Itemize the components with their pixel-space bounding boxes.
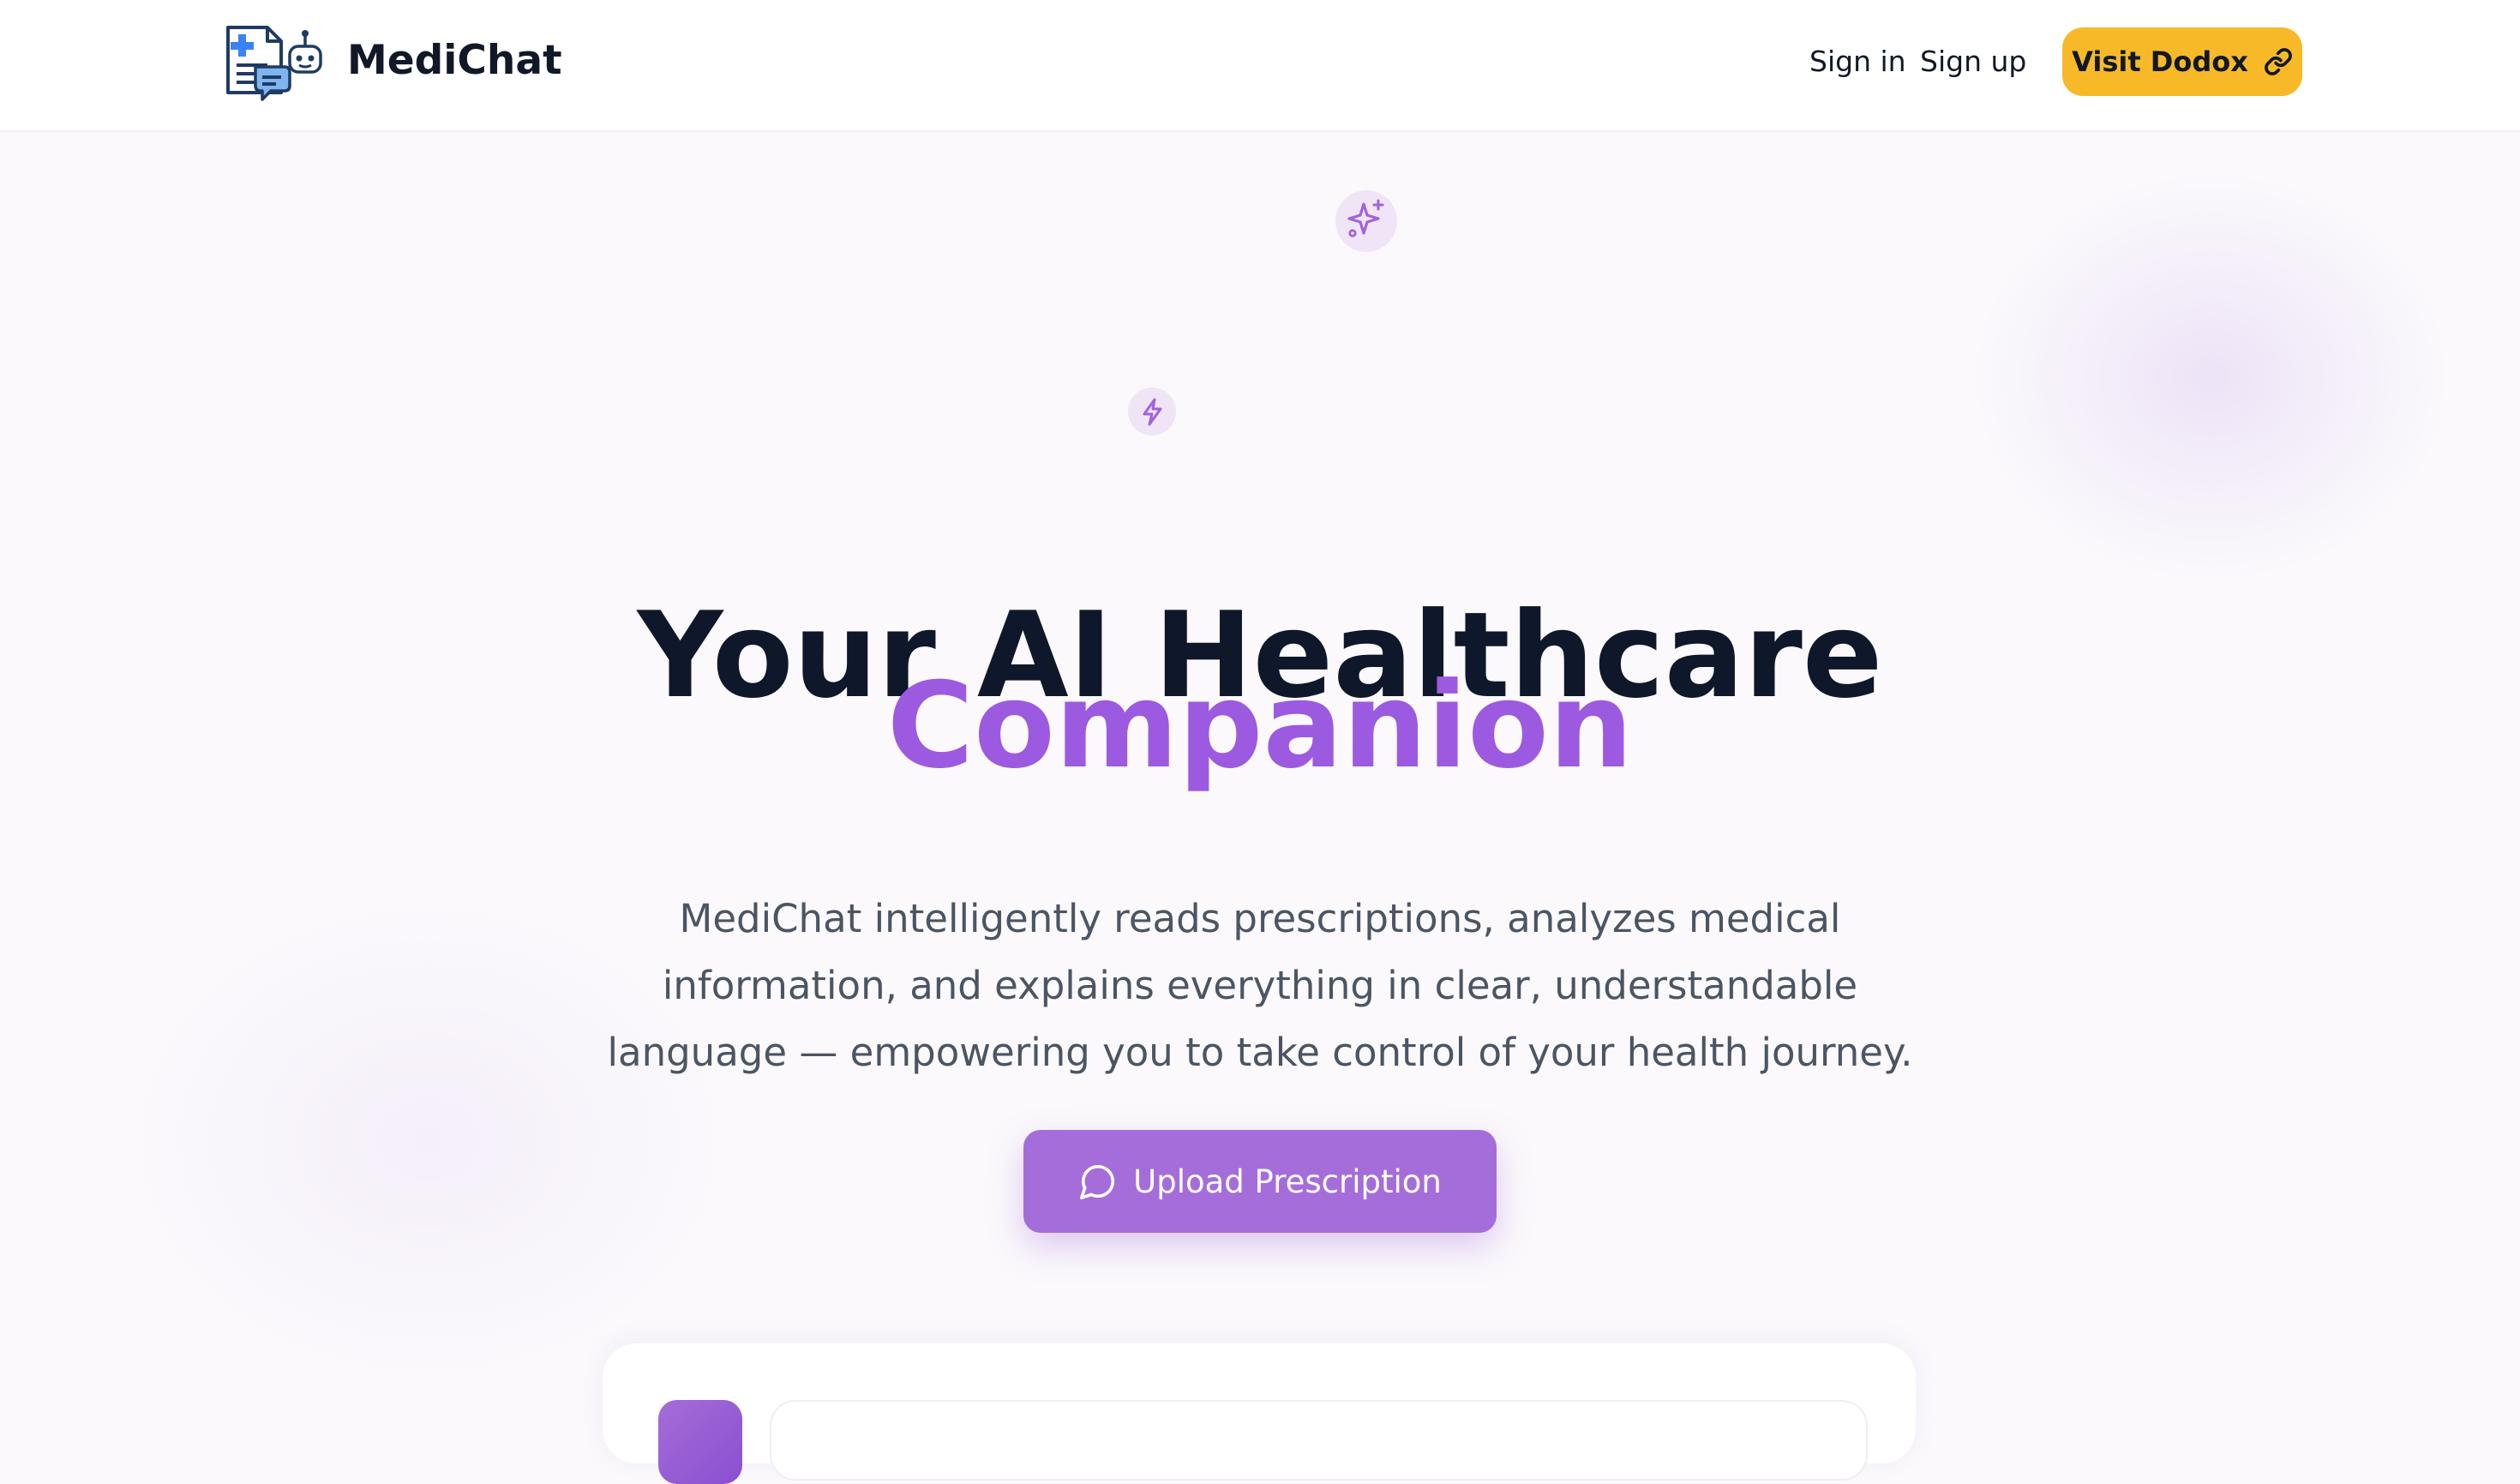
assistant-avatar: [658, 1400, 742, 1484]
upload-prescription-button[interactable]: Upload Prescription: [1023, 1130, 1497, 1233]
visit-dodox-label: Visit Dodox: [2072, 45, 2248, 78]
upload-prescription-label: Upload Prescription: [1133, 1163, 1442, 1200]
sign-in-link[interactable]: Sign in: [1809, 38, 1906, 86]
lightning-badge: [1128, 388, 1176, 436]
hero-description: MediChat intelligently reads prescriptio…: [607, 896, 1913, 1075]
chat-preview-card: [603, 1343, 1916, 1484]
chat-bubble-icon: [1080, 1164, 1115, 1199]
sparkles-badge: [1335, 190, 1397, 252]
chat-message-bubble: [770, 1400, 1868, 1481]
medichat-logo-icon[interactable]: [223, 24, 322, 103]
lightning-icon: [1143, 398, 1162, 426]
visit-dodox-button[interactable]: Visit Dodox: [2062, 27, 2302, 96]
sound-wave-icon: [1182, 255, 1338, 378]
link-icon: [2264, 48, 2292, 75]
brand-name[interactable]: MediChat: [347, 33, 562, 89]
sparkles-icon: [1347, 199, 1384, 237]
hero-headline-accent: Companion: [886, 657, 1634, 795]
sign-up-link[interactable]: Sign up: [1920, 38, 2026, 86]
background-glow: [1971, 171, 2451, 583]
navbar: MediChat Sign in Sign up Visit Dodox: [0, 0, 2520, 132]
